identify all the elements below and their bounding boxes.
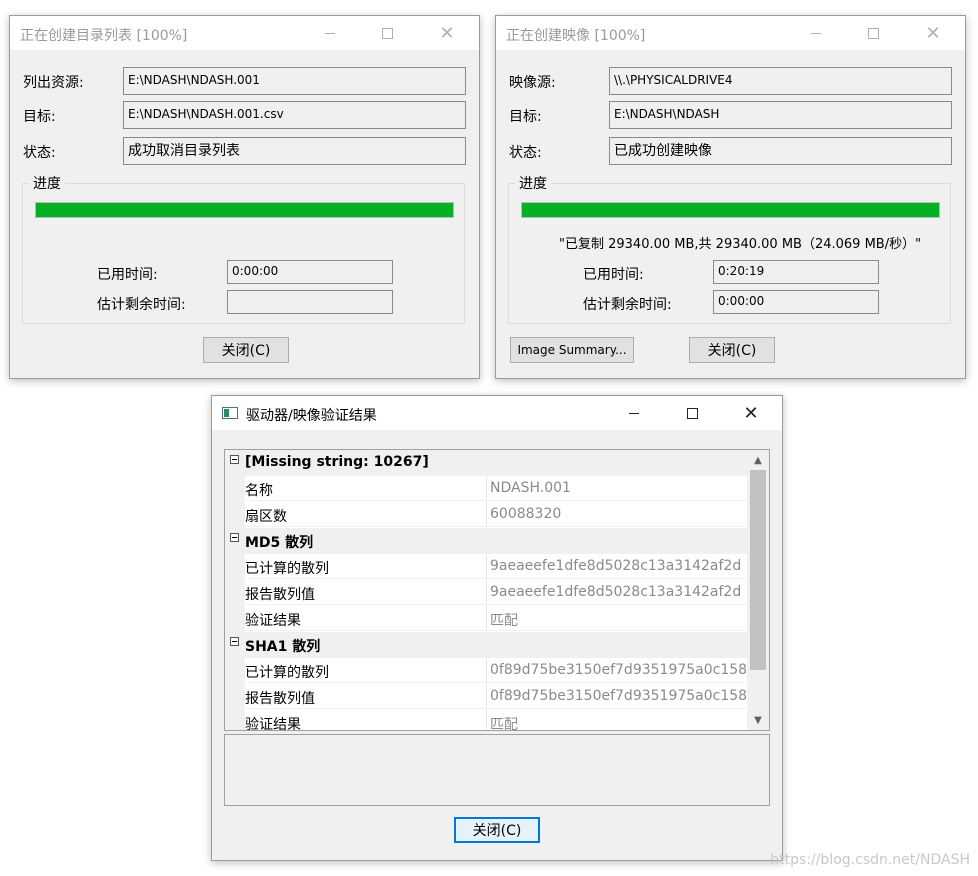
target-field[interactable]: E:\NDASH\NDASH.001.csv (123, 101, 466, 129)
property-value[interactable]: 0f89d75be3150ef7d9351975a0c158 (486, 684, 747, 709)
close-button[interactable]: 关闭(C) (203, 337, 289, 363)
section-label: MD5 散列 (245, 535, 314, 551)
property-value[interactable]: 0f89d75be3150ef7d9351975a0c158 (486, 658, 747, 683)
property-value[interactable]: 匹配 (486, 606, 747, 631)
description-pane (224, 734, 770, 806)
target-field[interactable]: E:\NDASH\NDASH (609, 101, 952, 129)
property-value[interactable]: NDASH.001 (486, 476, 747, 501)
close-icon[interactable]: ✕ (910, 16, 956, 50)
property-row[interactable]: 验证结果 匹配 (225, 606, 747, 632)
collapse-icon[interactable] (230, 455, 239, 464)
image-progress-dialog: 正在创建映像 [100%] ✕ 映像源: \\.\PHYSICALDRIVE4 … (495, 15, 966, 379)
row-gutter (225, 710, 245, 730)
property-name: 报告散列值 (245, 580, 485, 605)
copied-status-text: "已复制 29340.00 MB,共 29340.00 MB（24.069 MB… (559, 237, 922, 252)
maximize-icon[interactable] (669, 396, 715, 430)
row-gutter (225, 658, 245, 684)
remaining-label: 估计剩余时间: (583, 297, 672, 313)
property-value[interactable]: 9aeaeefe1dfe8d5028c13a3142af2d (486, 580, 747, 605)
verify-results-dialog: 驱动器/映像验证结果 ✕ [Missing string: 10267] 名称 … (211, 395, 783, 861)
property-name: 已计算的散列 (245, 554, 485, 579)
image-summary-button[interactable]: Image Summary... (510, 337, 634, 363)
status-label: 状态: (23, 145, 56, 161)
source-field[interactable]: E:\NDASH\NDASH.001 (123, 67, 466, 95)
property-value[interactable]: 9aeaeefe1dfe8d5028c13a3142af2d (486, 554, 747, 579)
property-row[interactable]: 报告散列值 0f89d75be3150ef7d9351975a0c158 (225, 684, 747, 710)
title-bar[interactable]: 驱动器/映像验证结果 ✕ (212, 396, 782, 430)
minimize-icon[interactable] (307, 16, 353, 50)
property-row[interactable]: 验证结果 匹配 (225, 710, 747, 730)
close-icon[interactable]: ✕ (728, 396, 774, 430)
property-row[interactable]: 报告散列值 9aeaeefe1dfe8d5028c13a3142af2d (225, 580, 747, 606)
status-field[interactable]: 成功取消目录列表 (123, 137, 466, 165)
status-field[interactable]: 已成功创建映像 (609, 137, 952, 165)
window-title: 正在创建映像 [100%] (506, 28, 646, 44)
close-icon[interactable]: ✕ (424, 16, 470, 50)
target-label: 目标: (509, 109, 542, 125)
remaining-field[interactable] (227, 290, 393, 314)
property-name: 名称 (245, 476, 485, 501)
property-grid[interactable]: [Missing string: 10267] 名称 NDASH.001 扇区数… (224, 449, 770, 731)
scrollbar-thumb[interactable] (750, 470, 766, 670)
window-title: 正在创建目录列表 [100%] (20, 28, 188, 44)
section-header[interactable]: SHA1 散列 (225, 632, 747, 658)
property-name: 扇区数 (245, 502, 485, 527)
vertical-scrollbar[interactable]: ▲ ▼ (747, 450, 769, 730)
close-button[interactable]: 关闭(C) (454, 817, 540, 843)
progress-group-caption: 进度 (515, 173, 551, 193)
chevron-down-icon[interactable]: ▼ (747, 711, 769, 729)
progress-bar (521, 202, 940, 218)
property-value[interactable]: 60088320 (486, 502, 747, 527)
elapsed-label: 已用时间: (97, 267, 158, 283)
collapse-icon[interactable] (230, 637, 239, 646)
property-name: 报告散列值 (245, 684, 485, 709)
title-bar[interactable]: 正在创建映像 [100%] ✕ (496, 16, 965, 50)
title-bar[interactable]: 正在创建目录列表 [100%] ✕ (10, 16, 479, 50)
remaining-field[interactable]: 0:00:00 (713, 290, 879, 314)
remaining-label: 估计剩余时间: (97, 297, 186, 313)
property-value[interactable]: 匹配 (486, 710, 747, 730)
progress-group: 进度 "已复制 29340.00 MB,共 29340.00 MB（24.069… (508, 173, 951, 324)
close-button[interactable]: 关闭(C) (689, 337, 775, 363)
row-gutter (225, 502, 245, 528)
row-gutter (225, 580, 245, 606)
source-label: 列出资源: (23, 75, 84, 91)
progress-group-caption: 进度 (29, 173, 65, 193)
section-header[interactable]: MD5 散列 (225, 528, 747, 554)
target-label: 目标: (23, 109, 56, 125)
property-name: 验证结果 (245, 710, 485, 730)
catalog-progress-dialog: 正在创建目录列表 [100%] ✕ 列出资源: E:\NDASH\NDASH.0… (9, 15, 480, 379)
property-row[interactable]: 扇区数 60088320 (225, 502, 747, 528)
watermark: https://blog.csdn.net/NDASH (770, 852, 970, 868)
section-label: SHA1 散列 (245, 639, 321, 655)
elapsed-field[interactable]: 0:00:00 (227, 260, 393, 284)
property-row[interactable]: 已计算的散列 0f89d75be3150ef7d9351975a0c158 (225, 658, 747, 684)
status-label: 状态: (509, 145, 542, 161)
property-name: 验证结果 (245, 606, 485, 631)
elapsed-label: 已用时间: (583, 267, 644, 283)
source-field[interactable]: \\.\PHYSICALDRIVE4 (609, 67, 952, 95)
row-gutter (225, 606, 245, 632)
window-title: 驱动器/映像验证结果 (246, 408, 377, 424)
section-label: [Missing string: 10267] (245, 454, 429, 470)
property-name: 已计算的散列 (245, 658, 485, 683)
row-gutter (225, 684, 245, 710)
property-row[interactable]: 名称 NDASH.001 (225, 476, 747, 502)
collapse-icon[interactable] (230, 533, 239, 542)
row-gutter (225, 476, 245, 502)
minimize-icon[interactable] (793, 16, 839, 50)
minimize-icon[interactable] (611, 396, 657, 430)
elapsed-field[interactable]: 0:20:19 (713, 260, 879, 284)
chevron-up-icon[interactable]: ▲ (747, 451, 769, 469)
row-gutter (225, 554, 245, 580)
maximize-icon[interactable] (850, 16, 896, 50)
progress-bar (35, 202, 454, 218)
source-label: 映像源: (509, 75, 556, 91)
section-header[interactable]: [Missing string: 10267] (225, 450, 747, 476)
app-icon (222, 407, 238, 419)
maximize-icon[interactable] (364, 16, 410, 50)
progress-group: 进度 已用时间: 0:00:00 估计剩余时间: (22, 173, 465, 324)
property-row[interactable]: 已计算的散列 9aeaeefe1dfe8d5028c13a3142af2d (225, 554, 747, 580)
